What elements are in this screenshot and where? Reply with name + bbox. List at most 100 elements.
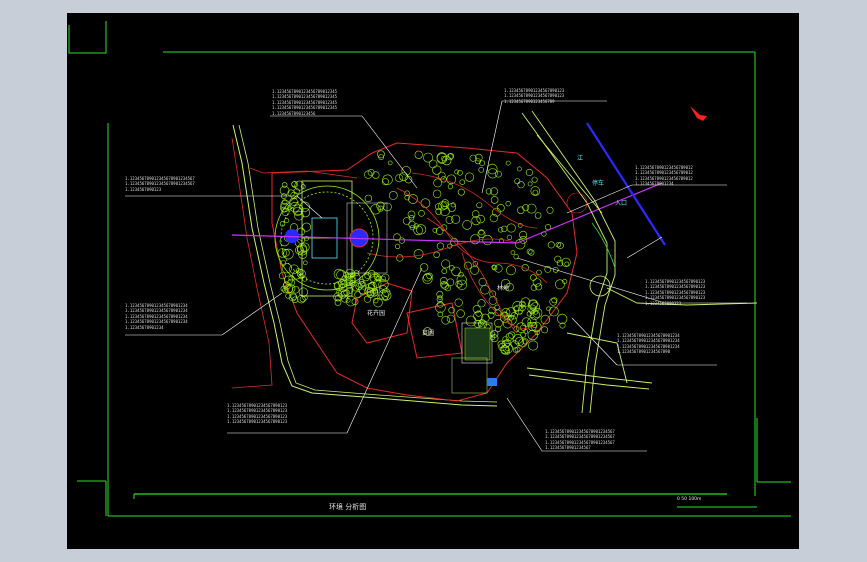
tree-canopy xyxy=(476,202,483,209)
tree-canopy xyxy=(459,179,466,185)
tree-canopy xyxy=(498,227,504,233)
internal-paths xyxy=(366,172,548,334)
annotation-note-6: 1.123456789012345678901234 1.12345678901… xyxy=(125,303,188,330)
tree-canopy xyxy=(477,299,486,308)
tree-canopy xyxy=(423,152,433,163)
tree-canopy xyxy=(532,189,539,196)
tree-canopy xyxy=(363,295,372,303)
tree-canopy xyxy=(487,168,498,179)
tree-canopy xyxy=(395,174,404,183)
tree-canopy xyxy=(383,202,392,212)
tree-canopy xyxy=(520,331,527,338)
tree-canopy xyxy=(546,206,554,214)
tree-canopy xyxy=(549,297,558,306)
tree-canopy xyxy=(432,189,442,199)
tree-canopy xyxy=(554,279,565,290)
tree-canopy xyxy=(505,200,511,207)
tree-canopy xyxy=(435,302,446,313)
west-roads xyxy=(231,124,498,407)
service-area xyxy=(451,322,497,394)
tree-canopy xyxy=(517,206,525,214)
tree-canopy xyxy=(441,315,451,325)
annotation-note-5: 1.12345678901234567890123 1.123456789012… xyxy=(645,279,706,306)
tree-canopy xyxy=(402,217,411,225)
tree-canopy xyxy=(501,225,508,233)
tree-canopy xyxy=(416,224,427,235)
scale-bar-label: 0 50 100m xyxy=(677,497,702,502)
drawing-frame xyxy=(68,21,791,517)
tree-canopy xyxy=(447,184,454,190)
tree-canopy xyxy=(364,194,373,203)
tree-canopy xyxy=(506,265,516,276)
tree-canopy xyxy=(454,169,460,175)
tree-canopy xyxy=(387,160,393,166)
tree-canopy xyxy=(508,331,516,339)
tree-canopy xyxy=(451,266,461,277)
tree-canopy xyxy=(526,203,537,214)
tree-canopy xyxy=(445,216,454,224)
tree-canopy xyxy=(462,220,472,230)
tree-canopy xyxy=(510,250,516,255)
tree-canopy xyxy=(433,251,440,259)
tree-canopy xyxy=(478,167,485,173)
tree-canopy xyxy=(506,223,516,233)
tree-canopy xyxy=(564,261,570,267)
tree-canopy xyxy=(512,300,523,311)
tree-canopy xyxy=(505,160,511,166)
tree-canopy xyxy=(364,272,372,279)
tree-canopy xyxy=(447,203,457,212)
tree-canopy xyxy=(382,288,391,297)
tree-canopy xyxy=(285,293,291,299)
tree-canopy xyxy=(446,278,455,287)
tree-canopy xyxy=(547,241,555,249)
tree-canopy xyxy=(441,259,451,269)
tree-canopy xyxy=(336,269,347,280)
label-woodland: 林地 xyxy=(497,285,510,292)
tree-canopy xyxy=(530,284,538,291)
tree-canopy xyxy=(514,178,521,185)
tree-canopy xyxy=(485,188,493,195)
tree-canopy xyxy=(480,285,490,295)
tree-canopy xyxy=(562,278,568,284)
tree-canopy xyxy=(490,196,499,204)
tree-canopy xyxy=(413,249,424,259)
drawing-title: 环境 分析图 xyxy=(329,503,367,511)
annotation-note-2: 1.12345678901234567890123 1.123456789012… xyxy=(504,88,565,104)
label-river: 江 xyxy=(577,155,584,162)
tree-canopy xyxy=(457,188,465,196)
tree-canopy xyxy=(419,263,429,272)
tree-canopy xyxy=(516,166,522,172)
cad-viewport[interactable]: 江 停车 入口 花卉园 苗圃 林地 1.12345678901234567890… xyxy=(67,13,799,549)
tree-canopy xyxy=(536,269,542,276)
tree-canopy xyxy=(414,150,423,159)
tree-canopy xyxy=(532,278,542,287)
park-boundary xyxy=(271,142,578,402)
annotation-note-1: 1.1234567890123456789012345 1.1234567890… xyxy=(272,89,338,116)
tree-canopy xyxy=(487,311,495,319)
annotation-note-3: 1.123456789012345678901234567 1.12345678… xyxy=(125,176,195,192)
label-nursery: 苗圃 xyxy=(422,330,435,337)
tree-canopy xyxy=(496,203,505,212)
tree-canopy xyxy=(418,210,425,217)
annotation-note-7: 1.123456789012345678901234 1.12345678901… xyxy=(617,333,680,355)
compass-arrow-icon xyxy=(690,106,707,121)
annotation-note-4: 1.1234567890123456789012 1.1234567890123… xyxy=(635,165,693,187)
label-flower-garden: 花卉园 xyxy=(367,310,386,317)
tree-canopy xyxy=(528,249,535,256)
tree-canopy xyxy=(381,290,392,301)
tree-canopy xyxy=(470,265,479,275)
tree-canopy xyxy=(441,268,448,275)
tree-canopy xyxy=(465,315,477,327)
tree-canopy xyxy=(527,329,538,341)
tree-canopy xyxy=(292,286,300,294)
tree-canopy xyxy=(531,176,538,183)
tree-canopy xyxy=(291,181,297,187)
tree-canopy xyxy=(299,201,310,212)
tree-canopy xyxy=(303,260,308,266)
tree-canopy xyxy=(382,174,393,185)
annotation-note-8: 1.12345678901234567890123 1.123456789012… xyxy=(227,403,288,425)
tree-canopy xyxy=(433,178,443,188)
tree-canopy xyxy=(526,248,533,255)
tree-canopy xyxy=(440,277,448,285)
tree-canopy xyxy=(541,326,549,334)
